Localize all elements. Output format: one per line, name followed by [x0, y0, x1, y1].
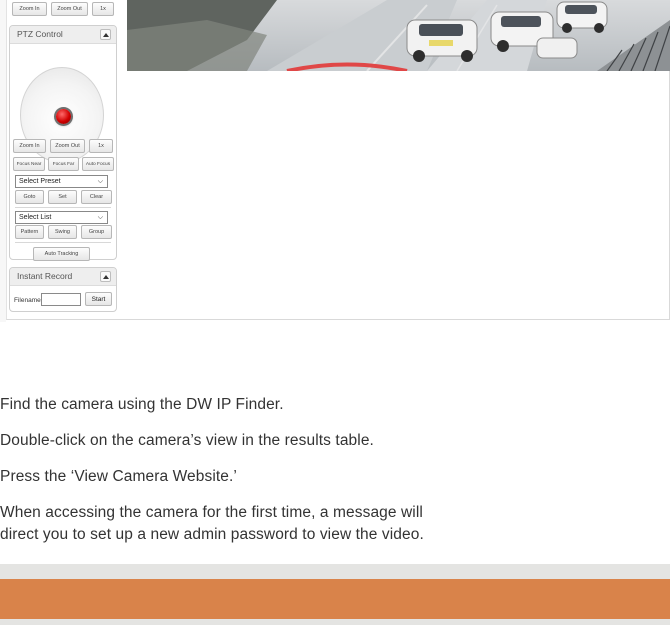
select-preset-value: Select Preset [19, 178, 61, 185]
triangle-up-icon[interactable] [100, 271, 111, 282]
chevron-down-icon: ⌵ [97, 178, 103, 185]
group-button[interactable]: Group [81, 225, 112, 239]
focus-far-button[interactable]: Focus Far [48, 157, 79, 171]
clear-button[interactable]: Clear [81, 190, 112, 204]
focus-near-button[interactable]: Focus Near [13, 157, 45, 171]
top-1x-button[interactable]: 1x [92, 2, 114, 16]
band-light-bottom [0, 619, 670, 625]
goto-button[interactable]: Goto [15, 190, 44, 204]
step-4-line-2: direct you to set up a new admin passwor… [0, 526, 424, 543]
step-3: Press the ‘View Camera Website.’ [0, 468, 237, 485]
select-list-value: Select List [19, 214, 52, 221]
camera-web-ui-screenshot: Zoom In Zoom Out 1x PTZ Control Zoom In … [0, 0, 670, 322]
filename-label: Filename [14, 297, 41, 304]
ptz-control-panel: PTZ Control Zoom In Zoom Out 1x Focus Ne… [9, 25, 117, 261]
ptz-panel-header: PTZ Control [10, 26, 116, 44]
ptz-divider-2 [15, 242, 111, 243]
instant-record-header: Instant Record [10, 268, 116, 286]
joystick-knob[interactable] [56, 109, 71, 124]
accent-band [0, 579, 670, 619]
set-button[interactable]: Set [48, 190, 77, 204]
camera-video-view[interactable] [127, 0, 670, 71]
pattern-button[interactable]: Pattern [15, 225, 44, 239]
car-4 [536, 37, 578, 59]
street-scene-image [127, 0, 670, 71]
car-3 [556, 1, 608, 33]
instant-record-panel: Instant Record Filename Start [9, 267, 117, 312]
top-zoom-in-button[interactable]: Zoom In [12, 2, 47, 16]
step-4-line-1: When accessing the camera for the first … [0, 504, 423, 521]
chevron-down-icon: ⌵ [97, 214, 103, 221]
ptz-zoom-in-button[interactable]: Zoom In [13, 139, 46, 153]
select-list-dropdown[interactable]: Select List ⌵ [15, 211, 108, 224]
triangle-up-icon[interactable] [100, 29, 111, 40]
band-light-top [0, 564, 670, 579]
auto-tracking-button[interactable]: Auto Tracking [33, 247, 90, 261]
step-1: Find the camera using the DW IP Finder. [0, 396, 284, 413]
ptz-zoom-out-button[interactable]: Zoom Out [50, 139, 85, 153]
start-record-button[interactable]: Start [85, 292, 112, 306]
top-zoom-out-button[interactable]: Zoom Out [51, 2, 88, 16]
swing-button[interactable]: Swing [48, 225, 77, 239]
step-2: Double-click on the camera’s view in the… [0, 432, 374, 449]
filename-input[interactable] [41, 293, 81, 306]
ptz-panel-title: PTZ Control [17, 29, 63, 39]
select-preset-dropdown[interactable]: Select Preset ⌵ [15, 175, 108, 188]
car-1 [406, 19, 478, 62]
auto-focus-button[interactable]: Auto Focus [82, 157, 114, 171]
ptz-1x-button[interactable]: 1x [89, 139, 113, 153]
instant-record-title: Instant Record [17, 271, 73, 281]
ptz-divider-1 [15, 207, 111, 208]
